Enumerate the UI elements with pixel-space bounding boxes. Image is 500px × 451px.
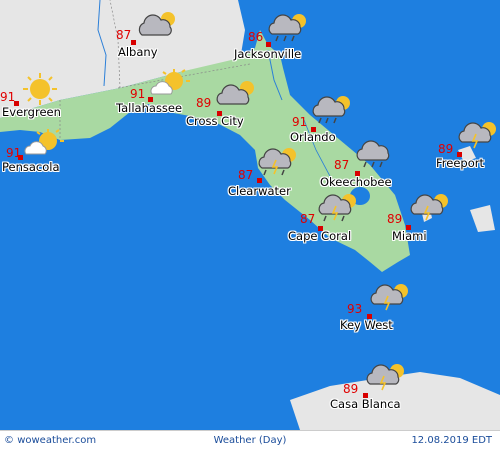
weather-map: 87 Albany 86 Jacksonville 91 Evergreen 9… (0, 0, 500, 430)
thunderstorm-sun-icon (410, 194, 448, 221)
temp-cape-coral: 87 (300, 212, 316, 226)
temp-albany: 87 (116, 28, 132, 42)
label-freeport: Freeport (436, 156, 484, 170)
label-evergreen: Evergreen (2, 105, 61, 119)
mostly-sunny-icon (24, 129, 64, 155)
label-tallahassee: Tallahassee (116, 101, 183, 115)
label-okeechobee: Okeechobee (320, 175, 392, 189)
land-bahamas-3 (470, 205, 495, 232)
label-cape-coral: Cape Coral (288, 229, 352, 243)
temp-pensacola: 91 (6, 146, 22, 160)
label-albany: Albany (118, 45, 158, 59)
thunderstorm-sun-icon (370, 284, 408, 311)
temp-casa-blanca: 89 (343, 382, 359, 396)
temp-tallahassee: 91 (130, 87, 146, 101)
thunderstorm-sun-icon (268, 14, 306, 42)
temp-key-west: 93 (347, 302, 363, 316)
thunderstorm-sun-icon (312, 96, 350, 124)
thunderstorm-sun-icon (366, 364, 404, 391)
label-miami: Miami (392, 229, 427, 243)
label-clearwater: Clearwater (228, 184, 291, 198)
mostly-sunny-icon (150, 69, 190, 95)
cloudy-sun-icon (216, 81, 254, 105)
temp-okeechobee: 87 (334, 158, 350, 172)
temp-orlando: 91 (292, 115, 308, 129)
temp-evergreen: 91 (0, 90, 16, 104)
temp-cross-city: 89 (196, 96, 212, 110)
footer-date: 12.08.2019 EDT (411, 435, 492, 446)
footer-bar: © woweather.com Weather (Day) 12.08.2019… (0, 430, 500, 451)
label-orlando: Orlando (290, 130, 336, 144)
thunderstorm-sun-icon (458, 122, 496, 149)
partly-cloudy-icon (138, 12, 175, 36)
thunderstorm-sun-icon (258, 148, 296, 176)
label-key-west: Key West (340, 318, 393, 332)
label-pensacola: Pensacola (2, 160, 60, 174)
label-cross-city: Cross City (186, 114, 244, 128)
temp-jacksonville: 86 (248, 30, 264, 44)
thunderstorm-icon (356, 140, 390, 168)
thunderstorm-sun-icon (318, 194, 356, 222)
label-jacksonville: Jacksonville (234, 47, 302, 61)
temp-miami: 89 (387, 212, 403, 226)
temp-clearwater: 87 (238, 168, 254, 182)
temp-freeport: 89 (438, 142, 454, 156)
sunny-icon (23, 73, 57, 105)
label-casa-blanca: Casa Blanca (330, 397, 401, 411)
